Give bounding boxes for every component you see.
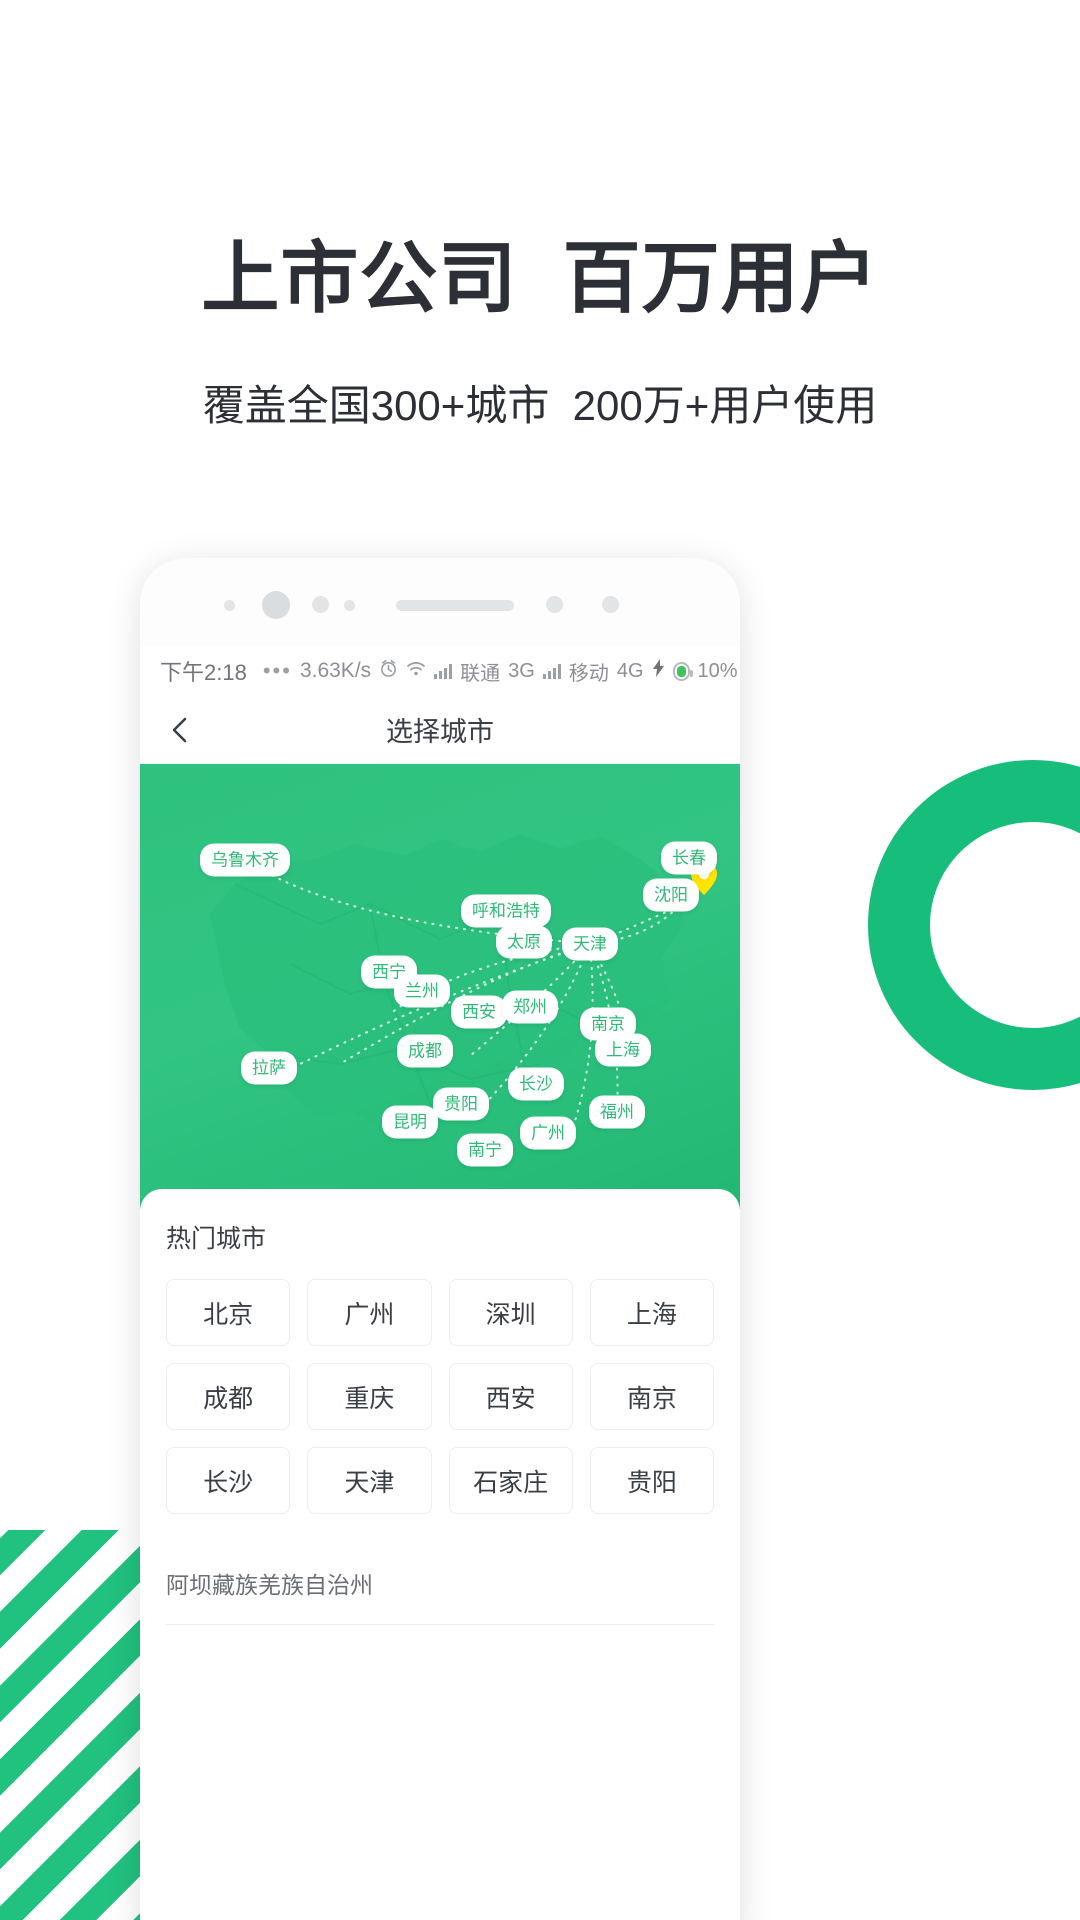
hot-city-chip[interactable]: 重庆 <box>307 1363 432 1430</box>
hot-city-chip[interactable]: 广州 <box>307 1279 432 1346</box>
map-city-pill[interactable]: 西安 <box>451 995 507 1029</box>
hot-city-chip[interactable]: 石家庄 <box>448 1447 573 1514</box>
phone-screen: 下午2:18 ••• 3.63K/s 联通 3G 移动 4G 10% 选择城市 … <box>140 646 740 1920</box>
hot-city-chip[interactable]: 成都 <box>166 1363 291 1430</box>
sim2-network: 4G <box>616 659 644 682</box>
promo-page: 上市公司 百万用户 覆盖全国300+城市 200万+用户使用 下午2:18 ••… <box>0 0 1080 1920</box>
map-city-pill[interactable]: 成都 <box>397 1034 453 1068</box>
map-city-pill[interactable]: 贵阳 <box>433 1087 489 1121</box>
sim1-network: 3G <box>508 659 535 682</box>
hot-cities-grid: 北京 广州 深圳 上海成都 重庆 西安 南京长沙 天津 石家庄 贵阳 <box>166 1279 714 1514</box>
china-map[interactable]: 乌鲁木齐 长春 沈阳 呼和浩特 天津 太原 西宁 兰州 西安 郑州 南京 上海 成都 拉萨 长沙 贵阳 福州 昆明… <box>140 764 740 1209</box>
page-headline: 上市公司 百万用户 <box>201 234 879 322</box>
hot-city-chip[interactable]: 北京 <box>166 1279 291 1346</box>
map-city-pill[interactable]: 长春 <box>661 841 717 875</box>
map-city-pill[interactable]: 呼和浩特 <box>461 894 551 928</box>
map-city-pill[interactable]: 昆明 <box>382 1105 438 1139</box>
sensor-dot-icon <box>224 600 235 611</box>
decorative-ring <box>868 760 1080 1090</box>
signal-bars-icon <box>434 663 453 679</box>
wifi-icon <box>406 659 426 683</box>
city-list: 阿坝藏族羌族自治州 <box>166 1566 714 1625</box>
hot-city-chip[interactable]: 西安 <box>448 1363 573 1430</box>
sim2-carrier: 移动 <box>568 662 609 685</box>
battery-icon <box>672 661 693 681</box>
map-city-pill[interactable]: 沈阳 <box>643 878 699 912</box>
map-city-pill[interactable]: 南宁 <box>457 1133 513 1167</box>
map-city-pill[interactable]: 郑州 <box>502 990 558 1024</box>
back-button[interactable] <box>164 713 198 747</box>
map-city-pill[interactable]: 拉萨 <box>241 1051 297 1085</box>
battery-level: 10% <box>697 659 738 682</box>
sensor-dot-icon <box>344 600 355 611</box>
hot-city-chip[interactable]: 南京 <box>589 1363 714 1430</box>
sensor-dot-icon <box>602 596 619 613</box>
phone-top-bezel <box>140 558 740 646</box>
hot-cities-title: 热门城市 <box>166 1225 267 1253</box>
hot-city-chip[interactable]: 天津 <box>307 1447 432 1514</box>
lightning-icon <box>652 659 665 683</box>
sensor-dot-icon <box>312 596 329 613</box>
status-bar: 下午2:18 ••• 3.63K/s 联通 3G 移动 4G 10% <box>140 646 740 696</box>
notification-dots-icon: ••• <box>262 658 292 683</box>
signal-bars-icon <box>542 663 561 679</box>
status-time: 下午2:18 <box>160 660 247 685</box>
hot-city-chip[interactable]: 深圳 <box>448 1279 573 1346</box>
map-city-pill[interactable]: 广州 <box>520 1116 576 1150</box>
hot-city-chip[interactable]: 长沙 <box>166 1447 291 1514</box>
front-camera-icon <box>262 591 290 619</box>
map-city-pill[interactable]: 长沙 <box>508 1067 564 1100</box>
hot-city-chip[interactable]: 贵阳 <box>589 1447 714 1514</box>
map-city-pill[interactable]: 上海 <box>595 1033 651 1067</box>
page-title: 选择城市 <box>386 717 494 747</box>
phone-mockup: 下午2:18 ••• 3.63K/s 联通 3G 移动 4G 10% 选择城市 … <box>140 558 740 1920</box>
map-city-pill[interactable]: 太原 <box>496 925 552 959</box>
map-city-pill[interactable]: 兰州 <box>394 974 450 1008</box>
sensor-dot-icon <box>546 596 563 613</box>
sim1-carrier: 联通 <box>460 662 501 685</box>
hot-city-chip[interactable]: 上海 <box>589 1279 714 1346</box>
city-list-item[interactable]: 阿坝藏族羌族自治州 <box>166 1566 714 1625</box>
map-city-pill[interactable]: 乌鲁木齐 <box>200 843 290 877</box>
city-picker-sheet: 热门城市 北京 广州 深圳 上海成都 重庆 西安 南京长沙 天津 石家庄 贵阳 阿坝藏族羌族自治州 <box>140 1189 740 1689</box>
map-city-pill[interactable]: 福州 <box>589 1095 645 1129</box>
earpiece-speaker <box>396 600 514 611</box>
alarm-icon <box>379 659 398 684</box>
network-speed: 3.63K/s <box>299 659 372 682</box>
page-subheadline: 覆盖全国300+城市 200万+用户使用 <box>202 382 878 429</box>
map-city-pill[interactable]: 天津 <box>562 927 618 961</box>
app-navbar: 选择城市 <box>140 696 740 764</box>
